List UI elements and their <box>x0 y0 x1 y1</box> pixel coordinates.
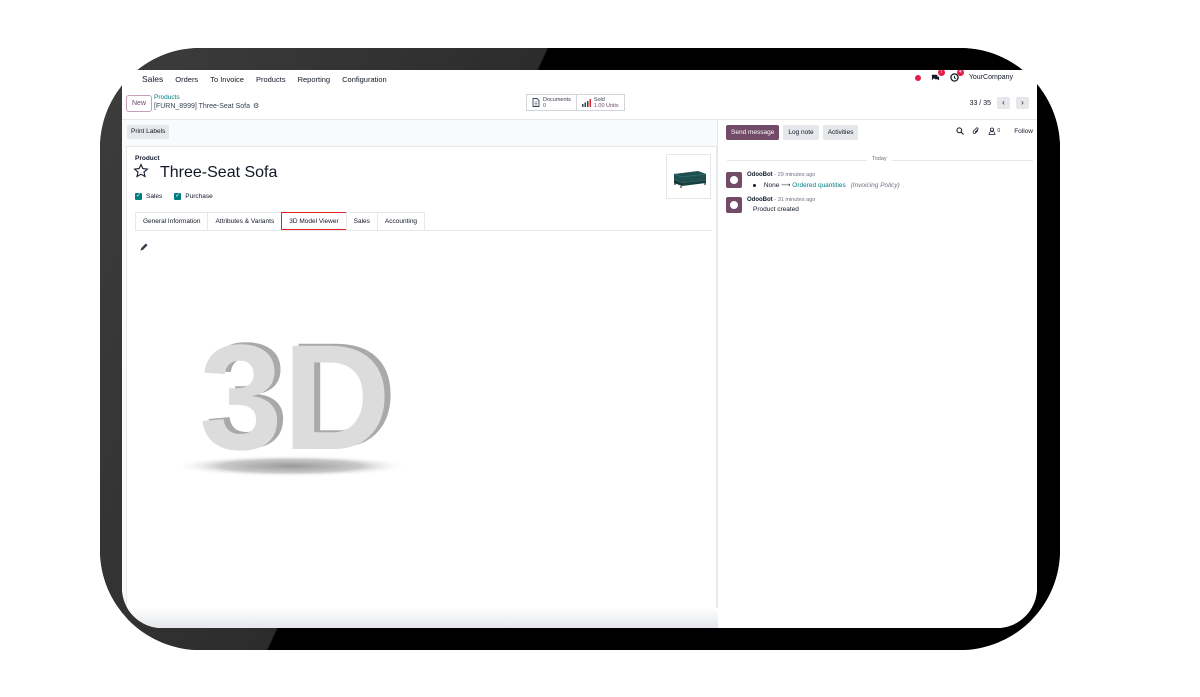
message-header: OdooBot - 29 minutes ago <box>747 172 815 178</box>
product-label: Product <box>135 155 160 162</box>
product-flags: ✓ Sales ✓ Purchase <box>135 193 213 200</box>
followers-count: 0 <box>997 128 1001 134</box>
breadcrumb-current: [FURN_8999] Three-Seat Sofa ⚙ <box>154 102 259 111</box>
chatter-panel: Send message Log note Activities 0 Follo… <box>719 120 1037 628</box>
tab-accounting[interactable]: Accounting <box>376 212 426 230</box>
message-author[interactable]: OdooBot <box>747 172 773 178</box>
tab-general-information[interactable]: General Information <box>135 212 209 230</box>
3d-model-viewer[interactable]: 3D 3D <box>171 289 411 479</box>
top-navbar: Sales Orders To Invoice Products Reporti… <box>122 70 1037 88</box>
paperclip-icon[interactable] <box>972 127 980 135</box>
new-value: Ordered quantities <box>792 182 846 189</box>
nav-orders[interactable]: Orders <box>175 75 198 84</box>
activities-button[interactable]: Activities <box>822 125 859 140</box>
new-button[interactable]: New <box>126 95 153 112</box>
sales-checkbox-label: Sales <box>146 193 163 200</box>
nav-configuration[interactable]: Configuration <box>342 75 387 84</box>
pencil-icon[interactable] <box>139 243 148 252</box>
documents-smart-button[interactable]: Documents 0 <box>527 95 576 110</box>
app-name[interactable]: Sales <box>142 74 163 84</box>
check-icon: ✓ <box>135 193 142 200</box>
old-value: None <box>763 182 780 189</box>
sales-checkbox[interactable]: ✓ Sales <box>135 193 162 200</box>
pager-previous-icon[interactable]: ‹ <box>997 97 1010 109</box>
pager: 33 / 35 ‹ › <box>970 97 1029 109</box>
nav-to-invoice[interactable]: To Invoice <box>210 75 244 84</box>
message-header: OdooBot - 31 minutes ago <box>747 197 815 203</box>
message-time: - 31 minutes ago <box>774 197 816 203</box>
message-author[interactable]: OdooBot <box>747 197 773 203</box>
pager-value: 33 / 35 <box>969 99 991 107</box>
form-statusbar: Print Labels <box>122 120 718 143</box>
bullet-icon <box>753 183 756 187</box>
print-labels-button[interactable]: Print Labels <box>127 125 170 139</box>
control-panel: New Products [FURN_8999] Three-Seat Sofa… <box>122 88 1037 120</box>
tab-sales[interactable]: Sales <box>345 212 378 230</box>
company-switcher[interactable]: YourCompany <box>969 74 1013 81</box>
activities-badge: 4 <box>956 70 964 76</box>
message-body: Product created <box>753 206 799 213</box>
document-icon <box>532 98 540 107</box>
product-name[interactable]: Three-Seat Sofa <box>160 164 277 182</box>
message-time: - 29 minutes ago <box>774 172 816 178</box>
arrow-right-icon: ⟶ <box>781 182 793 189</box>
date-separator: Today <box>727 156 1033 164</box>
date-label: Today <box>867 156 892 162</box>
purchase-checkbox[interactable]: ✓ Purchase <box>174 193 213 200</box>
smart-buttons: Documents 0 Sold 1.00 Units <box>526 94 625 111</box>
sold-smart-button[interactable]: Sold 1.00 Units <box>575 95 624 110</box>
tab-attributes-variants[interactable]: Attributes & Variants <box>207 212 283 230</box>
tab-3d-model-viewer[interactable]: 3D Model Viewer <box>281 212 347 230</box>
followers-button[interactable]: 0 <box>988 127 1000 135</box>
search-icon[interactable] <box>956 127 965 135</box>
chatter-toolbar: Send message Log note Activities <box>726 125 859 140</box>
notebook-tabs: General Information Attributes & Variant… <box>135 212 712 231</box>
send-message-button[interactable]: Send message <box>726 125 780 140</box>
user-icon <box>989 127 996 135</box>
bottom-edge <box>122 608 718 628</box>
sofa-image <box>673 171 707 188</box>
form-sheet: Product Three-Seat Sofa ✓ Sales ✓ Purchase… <box>126 146 717 620</box>
chatter-actions: 0 Follow <box>956 127 1033 135</box>
avatar[interactable] <box>726 172 742 188</box>
purchase-checkbox-label: Purchase <box>185 193 213 200</box>
bar-chart-icon <box>581 98 591 107</box>
clock-icon[interactable]: 4 <box>950 70 964 82</box>
documents-label: Documents <box>543 96 571 103</box>
pager-next-icon[interactable]: › <box>1016 97 1029 109</box>
favorite-star-icon[interactable] <box>133 163 149 179</box>
chat-icon[interactable]: 7 <box>931 70 945 82</box>
nav-products[interactable]: Products <box>256 75 286 84</box>
tracking-value: None ⟶ Ordered quantities (Invoicing Pol… <box>753 181 900 189</box>
documents-count: 0 <box>543 102 547 109</box>
log-note-button[interactable]: Log note <box>783 125 819 140</box>
breadcrumb-products[interactable]: Products <box>154 94 180 101</box>
messages-badge: 7 <box>937 70 945 76</box>
nav-reporting[interactable]: Reporting <box>298 75 331 84</box>
tracked-field: (Invoicing Policy) <box>850 182 900 189</box>
follow-button[interactable]: Follow <box>1014 128 1033 135</box>
product-image[interactable] <box>666 154 711 199</box>
gear-icon[interactable]: ⚙ <box>253 102 259 110</box>
form-area: Print Labels Product Three-Seat Sofa ✓ Sa… <box>122 120 718 628</box>
app-screen: Sales Orders To Invoice Products Reporti… <box>122 70 1037 628</box>
navbar-systray: 7 4 YourCompany <box>914 70 1013 82</box>
avatar[interactable] <box>726 197 742 213</box>
breadcrumb-record: [FURN_8999] Three-Seat Sofa <box>154 102 250 110</box>
model-text: 3D <box>199 313 391 479</box>
check-icon: ✓ <box>174 193 182 200</box>
status-dot-icon[interactable] <box>914 74 921 81</box>
sold-value: 1.00 Units <box>593 102 619 109</box>
